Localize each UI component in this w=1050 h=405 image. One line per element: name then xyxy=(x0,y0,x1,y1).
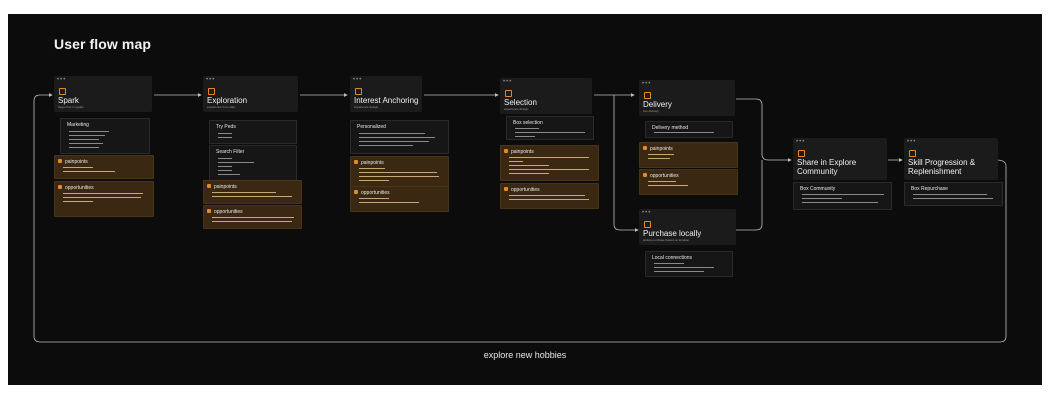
stage-icon xyxy=(644,92,651,99)
lightbulb-icon xyxy=(207,209,211,213)
box-personalized[interactable]: Personalized xyxy=(350,120,449,154)
box-title: painpoints xyxy=(65,159,88,165)
box-box-selection[interactable]: Box selection xyxy=(506,116,594,140)
box-delivery-method[interactable]: Delivery method xyxy=(645,121,733,138)
box-opportunities[interactable]: opportunities xyxy=(500,183,599,209)
box-title: Personalized xyxy=(357,124,386,130)
stage-card-purchase-locally[interactable]: ••• Purchase locally pickup purchase bas… xyxy=(639,209,736,245)
box-title: painpoints xyxy=(511,149,534,155)
box-title: Delivery method xyxy=(652,125,689,131)
box-painpoints[interactable]: painpoints xyxy=(639,142,738,168)
box-title: painpoints xyxy=(650,146,673,152)
arrow-delivery-share xyxy=(736,98,792,162)
window-dots-icon: ••• xyxy=(503,79,513,85)
box-marketing[interactable]: Marketing xyxy=(60,118,150,154)
stage-card-spark[interactable]: ••• Spark target first on goals xyxy=(54,76,152,112)
warning-icon xyxy=(58,159,62,163)
lightbulb-icon xyxy=(504,187,508,191)
window-dots-icon: ••• xyxy=(642,210,652,216)
box-title: Box selection xyxy=(513,120,543,126)
box-painpoints[interactable]: painpoints xyxy=(203,180,302,204)
box-title: Try Peds xyxy=(216,124,236,130)
window-dots-icon: ••• xyxy=(796,139,806,145)
lightbulb-icon xyxy=(643,173,647,177)
box-opportunities[interactable]: opportunities xyxy=(350,186,449,212)
box-painpoints[interactable]: painpoints xyxy=(54,155,154,179)
box-title: opportunities xyxy=(361,190,390,196)
stage-card-exploration[interactable]: ••• Exploration experience from start xyxy=(203,76,298,112)
stage-icon xyxy=(355,88,362,95)
box-title: Box Repurchase xyxy=(911,186,948,192)
box-title: opportunities xyxy=(65,185,94,191)
stage-icon xyxy=(59,88,66,95)
stage-subtitle: experience from start xyxy=(207,105,236,109)
arrow-selection-purchase xyxy=(613,95,639,232)
box-opportunities[interactable]: opportunities xyxy=(203,205,302,229)
stage-title: Spark xyxy=(58,96,79,105)
box-title: opportunities xyxy=(214,209,243,215)
box-title: painpoints xyxy=(361,160,384,166)
window-dots-icon: ••• xyxy=(907,139,917,145)
stage-title: Interest Anchoring xyxy=(354,96,419,105)
warning-icon xyxy=(354,160,358,164)
stage-title: Selection xyxy=(504,98,537,107)
stage-title: Skill Progression & Replenishment xyxy=(908,158,976,176)
box-title: opportunities xyxy=(511,187,540,193)
stage-title: Delivery xyxy=(643,100,672,109)
box-title: opportunities xyxy=(650,173,679,179)
box-title: Marketing xyxy=(67,122,89,128)
stage-title: Purchase locally xyxy=(643,229,702,238)
warning-icon xyxy=(504,149,508,153)
stage-card-interest-anchoring[interactable]: ••• Interest Anchoring experience design xyxy=(350,76,422,112)
stage-card-share-community[interactable]: ••• Share in Explore Community xyxy=(793,138,887,180)
stage-subtitle: experience design xyxy=(504,107,529,111)
window-dots-icon: ••• xyxy=(206,77,216,83)
box-painpoints[interactable]: painpoints xyxy=(500,145,599,181)
loop-label: explore new hobbies xyxy=(483,350,567,360)
box-local-connections[interactable]: Local connections xyxy=(645,251,733,277)
stage-icon xyxy=(798,150,805,157)
stage-icon xyxy=(909,150,916,157)
window-dots-icon: ••• xyxy=(353,77,363,83)
box-box-community[interactable]: Box Community xyxy=(793,182,892,210)
stage-icon xyxy=(505,90,512,97)
box-title: Local connections xyxy=(652,255,693,261)
window-dots-icon: ••• xyxy=(642,81,652,87)
stage-card-selection[interactable]: ••• Selection experience design xyxy=(500,78,592,114)
box-opportunities[interactable]: opportunities xyxy=(54,181,154,217)
stage-icon xyxy=(644,221,651,228)
lightbulb-icon xyxy=(354,190,358,194)
lightbulb-icon xyxy=(58,185,62,189)
stage-icon xyxy=(208,88,215,95)
stage-subtitle: experience design xyxy=(354,105,379,109)
box-title: Box Community xyxy=(800,186,836,192)
stage-subtitle: target first on goals xyxy=(58,105,84,109)
window-dots-icon: ••• xyxy=(57,77,67,83)
flow-canvas: User flow map ••• Spark target first on … xyxy=(8,14,1042,385)
stage-title: Exploration xyxy=(207,96,248,105)
stage-subtitle: pickup purchase based on location xyxy=(643,238,690,242)
box-title: Search Filter xyxy=(216,149,245,155)
box-box-repurchase[interactable]: Box Repurchase xyxy=(904,182,1003,206)
stage-card-skill-progression[interactable]: ••• Skill Progression & Replenishment xyxy=(904,138,998,180)
arrow-purchase-share xyxy=(736,160,763,231)
box-opportunities[interactable]: opportunities xyxy=(639,169,738,195)
warning-icon xyxy=(643,146,647,150)
stage-card-delivery[interactable]: ••• Delivery box delivery xyxy=(639,80,735,116)
box-try-peds[interactable]: Try Peds xyxy=(209,120,297,144)
stage-title: Share in Explore Community xyxy=(797,158,857,176)
box-title: painpoints xyxy=(214,184,237,190)
warning-icon xyxy=(207,184,211,188)
stage-subtitle: box delivery xyxy=(643,109,660,113)
